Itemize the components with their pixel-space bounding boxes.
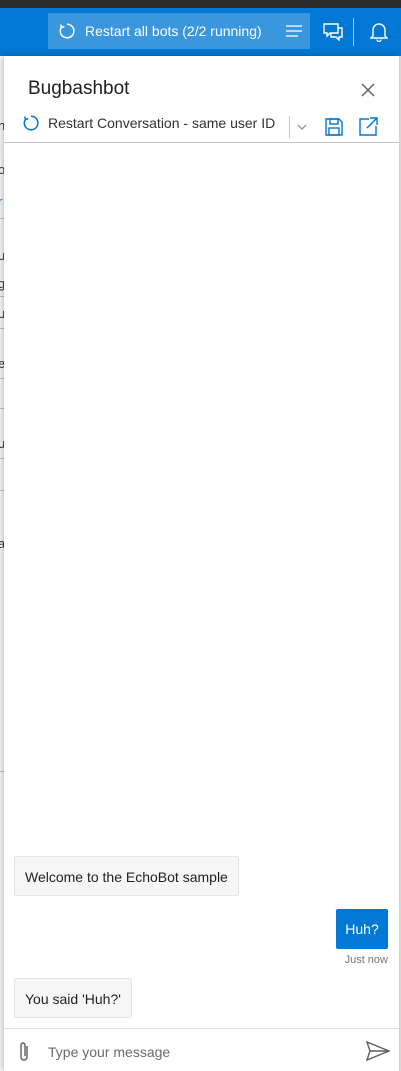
bot-message: You said 'Huh?' [14,978,132,1018]
restart-all-bots-button[interactable]: Restart all bots (2/2 running) [48,13,278,49]
restart-conversation-label: Restart Conversation - same user ID [48,115,276,131]
refresh-icon [23,115,39,131]
message-timestamp: Just now [344,954,388,966]
hamburger-menu-icon [286,25,302,37]
send-icon[interactable] [366,1041,390,1061]
title-strip [0,0,401,8]
chat-transcript: Welcome to the EchoBot sample Huh? Just … [4,143,399,1028]
bell-icon [370,23,388,42]
paperclip-icon[interactable] [16,1040,32,1064]
bots-menu-button[interactable] [278,13,310,49]
refresh-icon [59,23,75,39]
save-icon[interactable] [324,117,344,137]
close-panel-button[interactable] [356,78,380,102]
topbar-divider [353,18,354,46]
top-bar: Restart all bots (2/2 running) [0,8,401,56]
background-text: r [0,194,3,209]
notifications-button[interactable] [366,20,392,44]
background-text: i [0,138,1,153]
composer-rule [4,1028,399,1029]
restart-options-dropdown[interactable] [293,118,311,136]
panel-title: Bugbashbot [28,78,130,99]
chat-icon [323,23,343,41]
user-message: Huh? [336,909,388,949]
restart-conversation-button[interactable]: Restart Conversation - same user ID [22,114,275,132]
conversation-toolbar: Restart Conversation - same user ID [4,112,399,142]
bot-message: Welcome to the EchoBot sample [14,856,239,896]
conversations-button[interactable] [320,20,346,44]
restart-all-bots-label: Restart all bots (2/2 running) [85,23,262,39]
chevron-down-icon [297,124,307,130]
toolbar-divider [289,116,290,138]
bot-chat-panel: Bugbashbot Restart Conversation - same u… [4,56,399,1071]
open-external-icon[interactable] [357,116,379,138]
close-icon [361,83,375,97]
message-input[interactable] [48,1038,348,1066]
